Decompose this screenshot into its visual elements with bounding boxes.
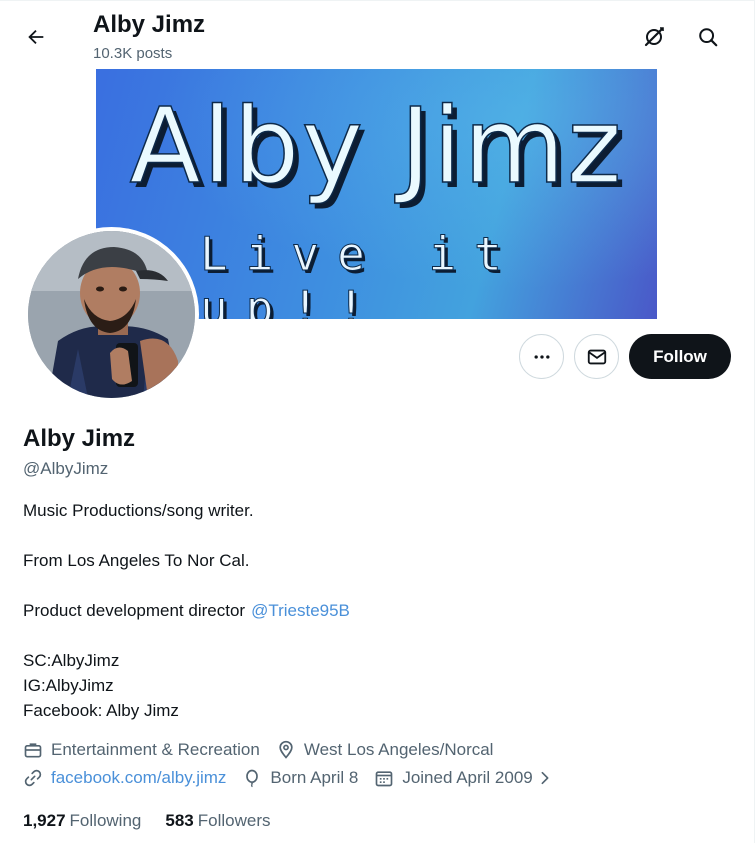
briefcase-icon bbox=[24, 743, 42, 758]
bio-mention-link[interactable]: @Trieste95B bbox=[251, 601, 350, 620]
category-label: Entertainment & Recreation bbox=[51, 740, 260, 759]
balloon-icon bbox=[246, 769, 259, 788]
category: Entertainment & Recreation bbox=[23, 739, 260, 761]
birthday: Born April 8 bbox=[242, 767, 358, 789]
follow-stats: 1,927 Following 583 Followers bbox=[23, 810, 294, 832]
grok-button[interactable] bbox=[634, 17, 674, 57]
joined-label: Joined April 2009 bbox=[402, 768, 533, 787]
bio-line: Facebook: Alby Jimz bbox=[23, 701, 179, 720]
bio-text: Product development director bbox=[23, 601, 246, 620]
link-icon bbox=[24, 769, 42, 787]
search-icon bbox=[699, 28, 718, 47]
more-button[interactable] bbox=[519, 334, 564, 379]
website[interactable]: facebook.com/alby.jimz bbox=[23, 767, 226, 789]
search-button[interactable] bbox=[688, 17, 728, 57]
bio-line: IG:AlbyJimz bbox=[23, 676, 114, 695]
header-title: Alby Jimz bbox=[93, 11, 206, 38]
mail-icon bbox=[587, 349, 606, 364]
banner-title: Alby Jimz bbox=[129, 84, 624, 208]
bio-line: SC:AlbyJimz bbox=[23, 651, 120, 670]
location-pin-icon bbox=[279, 740, 293, 759]
website-link[interactable]: facebook.com/alby.jimz bbox=[51, 767, 226, 789]
following-link[interactable]: 1,927 Following bbox=[23, 810, 141, 832]
banner-subtitle: Live it up!! bbox=[200, 227, 520, 320]
grok-icon bbox=[644, 27, 664, 47]
followers-label: Followers bbox=[197, 811, 271, 830]
followers-count: 583 bbox=[165, 811, 194, 830]
bio-line: From Los Angeles To Nor Cal. bbox=[23, 551, 250, 570]
user-handle: @AlbyJimz bbox=[23, 459, 109, 478]
avatar-photo bbox=[28, 231, 195, 398]
bio-line: Product development director @Trieste95B bbox=[23, 598, 723, 623]
message-button[interactable] bbox=[574, 334, 619, 379]
avatar-illustration bbox=[28, 231, 195, 398]
following-count: 1,927 bbox=[23, 811, 66, 830]
following-label: Following bbox=[69, 811, 142, 830]
location-label: West Los Angeles/Norcal bbox=[303, 740, 494, 759]
bio: Music Productions/song writer. From Los … bbox=[23, 498, 723, 723]
display-name: Alby Jimz bbox=[23, 425, 136, 452]
posts-count: 10.3K posts bbox=[93, 45, 173, 62]
joined-date[interactable]: Joined April 2009 bbox=[374, 767, 560, 789]
follow-button[interactable]: Follow bbox=[629, 334, 731, 379]
profile-meta-row: Entertainment & Recreation West Los Ange… bbox=[23, 739, 509, 761]
back-button[interactable] bbox=[16, 17, 56, 57]
avatar[interactable] bbox=[24, 227, 199, 402]
profile-meta-row: facebook.com/alby.jimz Born April 8 Join… bbox=[23, 767, 577, 789]
birthday-label: Born April 8 bbox=[270, 768, 359, 787]
arrow-left-icon bbox=[28, 29, 44, 45]
location: West Los Angeles/Norcal bbox=[276, 739, 494, 761]
followers-link[interactable]: 583 Followers bbox=[165, 810, 270, 832]
chevron-right-icon bbox=[541, 771, 549, 785]
more-icon bbox=[534, 354, 549, 359]
bio-line: Music Productions/song writer. bbox=[23, 501, 254, 520]
calendar-icon bbox=[375, 771, 393, 787]
profile-page: Alby Jimz 10.3K posts Alby Jimz Live it … bbox=[0, 0, 755, 843]
